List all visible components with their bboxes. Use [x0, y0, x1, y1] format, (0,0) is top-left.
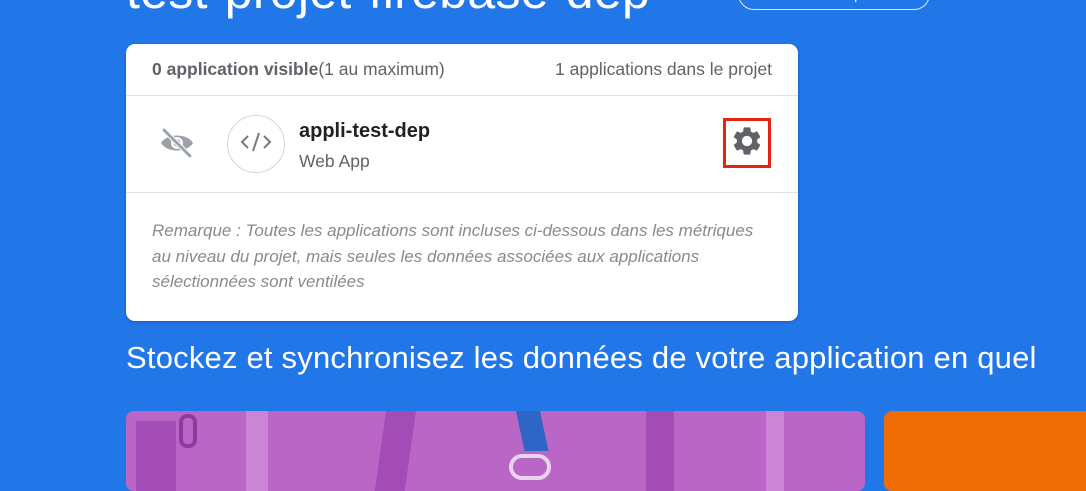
app-type: Web App [299, 151, 370, 171]
visible-apps-summary: 0 application visible(1 au maximum) [152, 59, 445, 80]
gear-icon [730, 124, 764, 163]
promo-card-database[interactable] [126, 411, 865, 491]
promo-card-secondary[interactable] [884, 411, 1086, 491]
app-name[interactable]: appli-test-dep [299, 120, 430, 143]
apps-card: 0 application visible(1 au maximum) 1 ap… [126, 44, 798, 321]
visibility-off-icon[interactable] [158, 128, 196, 158]
plan-badge-button[interactable]: Formule Spark [738, 0, 930, 10]
apps-card-header: 0 application visible(1 au maximum) 1 ap… [126, 44, 798, 96]
apps-note: Remarque : Toutes les applications sont … [152, 221, 754, 291]
web-platform-badge [227, 115, 285, 173]
promo-illustration [136, 411, 784, 491]
section-tagline: Stockez et synchronisez les données de v… [126, 340, 1037, 375]
total-apps-count: 1 applications dans le projet [555, 59, 772, 79]
project-title: test-projet-firebase-dep [126, 0, 650, 16]
visible-apps-limit: (1 au maximum) [318, 59, 445, 79]
visible-apps-count: 0 application visible [152, 59, 319, 79]
code-icon [239, 129, 273, 160]
app-settings-button[interactable] [723, 118, 771, 168]
app-row: appli-test-dep Web App [126, 96, 798, 193]
